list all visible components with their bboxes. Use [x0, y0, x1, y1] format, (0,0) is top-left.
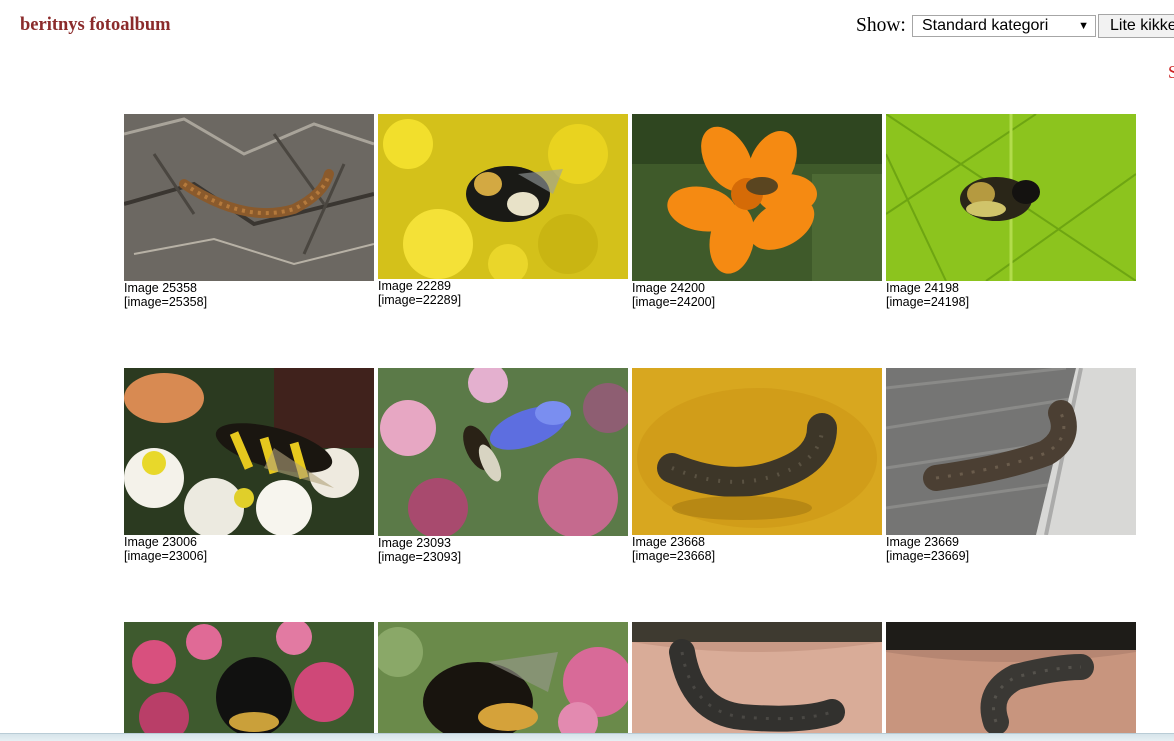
lite-kikke-button[interactable]: Lite kikke — [1098, 14, 1174, 38]
image-code: [image=23006] — [124, 549, 208, 563]
photo-orange-flower[interactable] — [632, 114, 882, 281]
gallery-item[interactable]: Image 23093 [image=23093] — [378, 368, 628, 564]
category-select-value: Standard kategori — [922, 17, 1049, 34]
gallery-item[interactable] — [124, 622, 374, 733]
photo-centipede[interactable] — [124, 114, 374, 281]
show-label: Show: — [856, 15, 906, 36]
gallery-item[interactable]: Image 23006 [image=23006] — [124, 368, 374, 563]
gallery-item[interactable]: Image 23668 [image=23668] — [632, 368, 882, 563]
image-title: Image 23668 — [632, 535, 705, 549]
photo-caterpillar-wood[interactable] — [886, 368, 1136, 535]
photo-bumblebee-back[interactable] — [378, 622, 628, 733]
dropdown-arrow-icon: ▼ — [1078, 20, 1089, 32]
gallery-item[interactable] — [886, 622, 1136, 733]
image-code: [image=22289] — [378, 293, 462, 307]
photo-wasp[interactable] — [124, 368, 374, 535]
photo-hoverfly-blue[interactable] — [378, 368, 628, 536]
site-title[interactable]: beritnys fotoalbum — [20, 15, 171, 36]
image-code: [image=24200] — [632, 295, 716, 309]
gallery-item[interactable]: Image 25358 [image=25358] — [124, 114, 374, 309]
gallery-item[interactable] — [378, 622, 628, 733]
gallery-item[interactable]: Image 24198 [image=24198] — [886, 114, 1136, 309]
photo-caterpillar-palm[interactable] — [886, 622, 1136, 733]
photo-bumblebee-yellow[interactable] — [378, 114, 628, 279]
image-code: [image=23668] — [632, 549, 716, 563]
gallery-item[interactable]: Image 24200 [image=24200] — [632, 114, 882, 309]
gallery-item[interactable]: Image 23669 [image=23669] — [886, 368, 1136, 563]
image-code: [image=25358] — [124, 295, 208, 309]
edge-link-text[interactable]: S — [1168, 62, 1174, 83]
photo-bumblebee-pink[interactable] — [124, 622, 374, 733]
image-title: Image 24198 — [886, 281, 959, 295]
image-title: Image 25358 — [124, 281, 197, 295]
category-select[interactable]: Standard kategori ▼ — [912, 15, 1096, 37]
gallery-item[interactable]: Image 22289 [image=22289] — [378, 114, 628, 307]
image-title: Image 23006 — [124, 535, 197, 549]
image-code: [image=24198] — [886, 295, 970, 309]
image-title: Image 24200 — [632, 281, 705, 295]
image-title: Image 23669 — [886, 535, 959, 549]
image-code: [image=23093] — [378, 550, 462, 564]
photo-bee-leaf[interactable] — [886, 114, 1136, 281]
photo-caterpillar-yellow[interactable] — [632, 368, 882, 535]
photo-caterpillar-hand[interactable] — [632, 622, 882, 733]
image-code: [image=23669] — [886, 549, 970, 563]
gallery-item[interactable] — [632, 622, 882, 733]
image-title: Image 23093 — [378, 536, 451, 550]
image-title: Image 22289 — [378, 279, 451, 293]
window-bottom-edge — [0, 733, 1174, 741]
